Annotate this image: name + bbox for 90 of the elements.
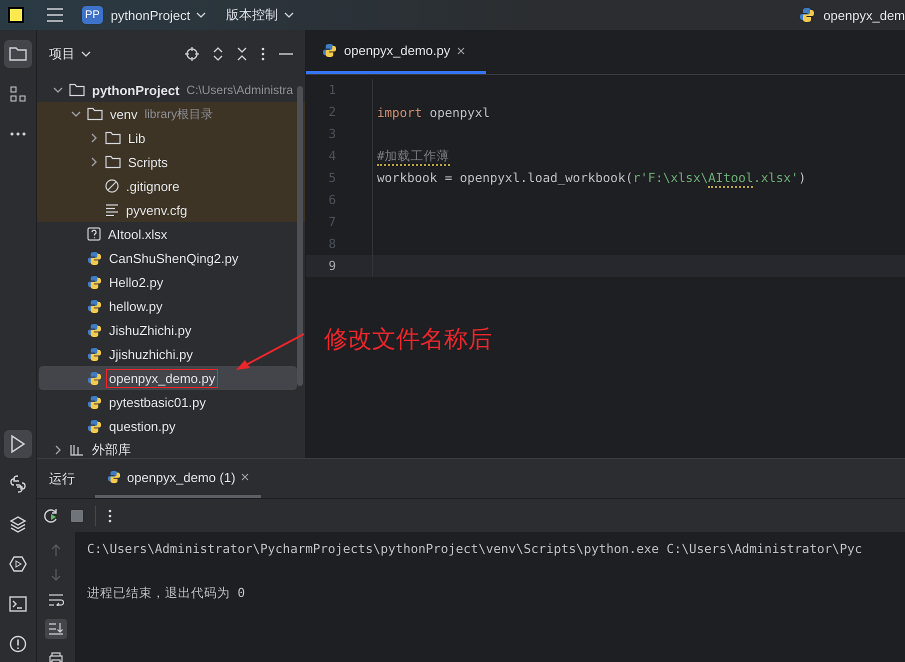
file-name: .gitignore (125, 178, 180, 196)
path-hint: library根目录 (144, 106, 214, 122)
file-name: pyvenv.cfg (125, 202, 188, 220)
folder-icon (105, 155, 121, 169)
annotation-text: 修改文件名称后 (324, 324, 492, 355)
chevron-down-icon (81, 51, 91, 57)
python-file-icon (87, 346, 102, 362)
tree-item[interactable]: pythonProject C:\Users\Administra (39, 78, 297, 102)
file-name: Jjishuzhichi.py (108, 346, 194, 364)
collapse-all-icon[interactable] (237, 47, 247, 61)
chevron-right-icon[interactable] (89, 133, 99, 143)
file-name: AItool.xlsx (107, 226, 168, 244)
folder-icon[interactable] (4, 40, 32, 68)
line-number: 9 (306, 255, 373, 277)
app-logo-icon[interactable] (8, 7, 24, 23)
file-name: hellow.py (108, 298, 164, 316)
path-hint: C:\Users\Administra (186, 83, 294, 97)
code-line: import openpyxl (376, 104, 490, 120)
python-file-icon (87, 418, 102, 434)
menu-icon[interactable] (46, 8, 64, 22)
project-view-selector[interactable]: 项目 (49, 45, 91, 63)
file-name: 外部库 (91, 441, 132, 458)
folder-icon (105, 131, 121, 145)
tree-item[interactable]: JishuZhichi.py (39, 318, 297, 342)
rerun-icon[interactable] (43, 508, 59, 524)
stop-icon[interactable] (71, 510, 83, 522)
tree-item[interactable]: openpyx_demo.py (39, 366, 297, 390)
chevron-down-icon (196, 12, 206, 18)
console-output: 进程已结束，退出代码为 0 (87, 585, 246, 600)
options-icon[interactable] (261, 47, 265, 61)
python-file-icon (87, 370, 102, 386)
tree-item[interactable]: hellow.py (39, 294, 297, 318)
console-output: C:\Users\Administrator\PycharmProjects\pythonProject\venv\Scripts\python.exe C:\Users\Administrator\Pyc (87, 541, 862, 556)
run-panel-title: 运行 (49, 470, 75, 488)
file-name: pytestbasic01.py (108, 394, 207, 412)
chevron-down-icon (284, 12, 294, 18)
close-icon[interactable] (457, 46, 466, 54)
library-icon (69, 443, 85, 457)
unknown-file-icon (87, 227, 101, 241)
chevron-down-icon[interactable] (53, 85, 63, 95)
project-selector[interactable]: pythonProject (110, 8, 218, 22)
chevron-right-icon[interactable] (89, 157, 99, 167)
tree-item[interactable]: Jjishuzhichi.py (39, 342, 297, 366)
editor-tab[interactable]: openpyx_demo.py (306, 30, 486, 74)
python-file-icon (87, 274, 102, 290)
file-name: question.py (108, 418, 176, 436)
folder-icon (87, 107, 103, 121)
tree-item[interactable]: question.py (39, 414, 297, 438)
locate-icon[interactable] (185, 47, 199, 61)
expand-all-icon[interactable] (213, 47, 223, 61)
tab-label: openpyx_demo.py (344, 43, 450, 58)
file-name: Lib (127, 130, 146, 148)
python-file-icon (87, 298, 102, 314)
file-name: pythonProject (91, 82, 180, 100)
scroll-to-end-button[interactable] (45, 619, 67, 639)
minimize-icon[interactable] (279, 53, 293, 55)
python-file-icon (87, 394, 102, 410)
run-icon[interactable] (4, 430, 32, 458)
chevron-down-icon[interactable] (71, 109, 81, 119)
tab-label: openpyx_demo (1) (127, 470, 236, 484)
vcs-menu[interactable]: 版本控制 (226, 6, 306, 24)
python-file-icon (87, 322, 102, 338)
tree-item[interactable]: Hello2.py (39, 270, 297, 294)
tree-item[interactable]: pytestbasic01.py (39, 390, 297, 414)
file-name: CanShuShenQing2.py (108, 250, 240, 268)
tree-item[interactable]: CanShuShenQing2.py (39, 246, 297, 270)
tree-item[interactable]: 外部库 (39, 438, 297, 458)
file-name: openpyx_demo.py (106, 368, 218, 388)
run-config-selector[interactable]: openpyx_dem (823, 8, 905, 22)
python-file-icon (322, 43, 337, 58)
close-icon[interactable] (241, 473, 250, 481)
file-name: venv (109, 106, 138, 124)
folder-icon (69, 83, 85, 97)
code-line: #加载工作薄 (373, 146, 450, 166)
python-file-icon (799, 7, 816, 23)
options-icon[interactable] (108, 508, 112, 522)
python-file-icon (107, 470, 121, 484)
code-line: workbook = openpyxl.load_workbook(r'F:\xlsx\AItool.xlsx') (373, 168, 806, 188)
file-name: Hello2.py (108, 274, 164, 292)
tree-item[interactable]: AItool.xlsx (39, 222, 297, 246)
chevron-right-icon[interactable] (53, 445, 63, 455)
ignore-file-icon (105, 179, 119, 193)
file-name: JishuZhichi.py (108, 322, 192, 340)
print-icon[interactable] (48, 652, 64, 662)
python-file-icon (87, 250, 102, 266)
project-badge: PP (82, 6, 103, 24)
annotation-arrow (236, 333, 306, 371)
text-file-icon (105, 204, 119, 216)
file-name: Scripts (127, 154, 169, 172)
soft-wrap-icon[interactable] (48, 594, 64, 606)
